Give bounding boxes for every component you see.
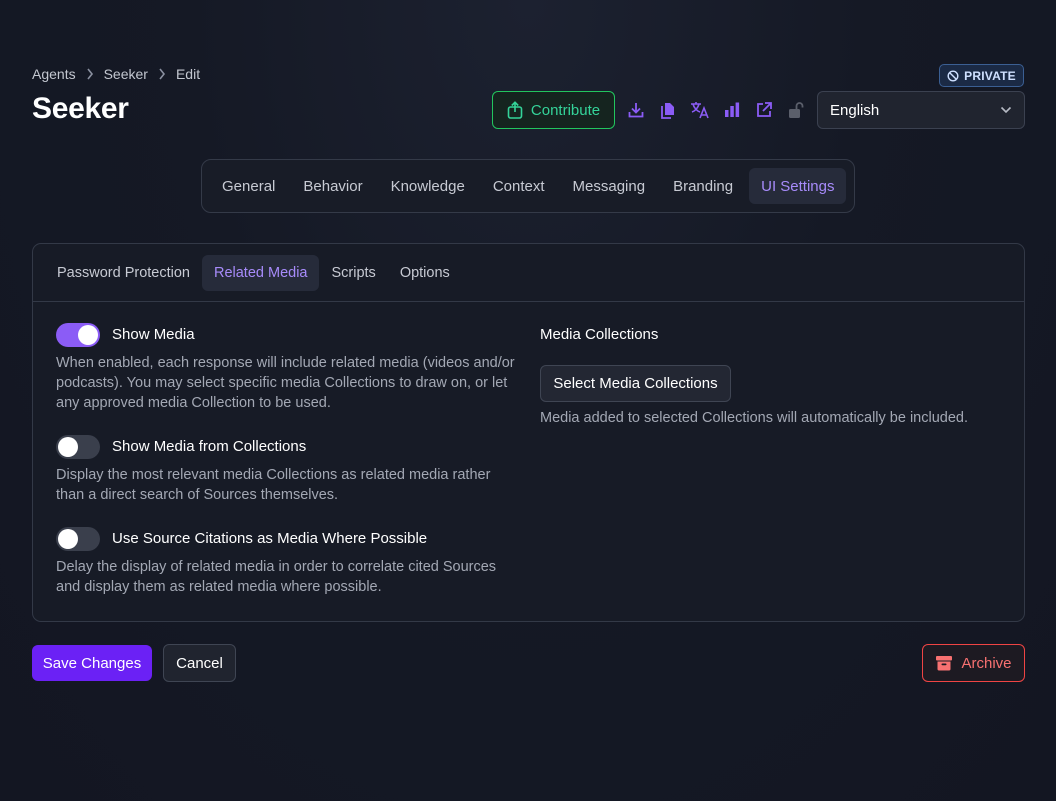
tab-ui-settings[interactable]: UI Settings [749, 168, 847, 204]
tab-general[interactable]: General [210, 168, 287, 204]
show-media-from-collections-description: Display the most relevant media Collecti… [56, 467, 491, 503]
save-changes-button[interactable]: Save Changes [32, 645, 152, 681]
breadcrumb-item-agents[interactable]: Agents [32, 66, 76, 82]
show-media-toggle[interactable] [56, 323, 100, 347]
use-source-citations-toggle[interactable] [56, 527, 100, 551]
breadcrumb: Agents Seeker Edit [32, 64, 200, 84]
page-title: Seeker [32, 92, 129, 125]
show-media-label: Show Media [112, 326, 195, 343]
translate-icon[interactable] [689, 99, 711, 121]
download-icon[interactable] [625, 99, 647, 121]
tab-messaging[interactable]: Messaging [561, 168, 658, 204]
tab-behavior[interactable]: Behavior [291, 168, 374, 204]
show-media-from-collections-label: Show Media from Collections [112, 438, 307, 455]
sub-tabs: Password Protection Related Media Script… [33, 244, 1024, 302]
tab-knowledge[interactable]: Knowledge [379, 168, 477, 204]
settings-card: Password Protection Related Media Script… [32, 243, 1025, 622]
chevron-right-icon [158, 68, 166, 80]
share-upload-icon [507, 101, 523, 119]
breadcrumb-item-edit: Edit [175, 66, 201, 82]
chevron-down-icon [1000, 106, 1012, 114]
language-select[interactable]: English [817, 91, 1025, 129]
cancel-button[interactable]: Cancel [163, 644, 236, 682]
use-source-citations-label: Use Source Citations as Media Where Poss… [112, 530, 428, 547]
prohibited-icon [947, 69, 959, 82]
contribute-label: Contribute [530, 101, 601, 119]
select-media-collections-button[interactable]: Select Media Collections [540, 365, 731, 402]
breadcrumb-item-seeker[interactable]: Seeker [104, 66, 148, 82]
show-media-from-collections-toggle[interactable] [56, 435, 100, 459]
media-collections-title: Media Collections [540, 326, 659, 343]
analytics-icon[interactable] [721, 99, 743, 121]
language-value: English [830, 101, 880, 119]
archive-label: Archive [961, 654, 1012, 672]
subtab-related-media[interactable]: Related Media [201, 254, 320, 291]
private-badge-label: PRIVATE [964, 68, 1016, 83]
archive-button[interactable]: Archive [922, 644, 1025, 682]
subtab-password-protection[interactable]: Password Protection [45, 255, 202, 291]
main-tabs: General Behavior Knowledge Context Messa… [201, 159, 855, 213]
tab-context[interactable]: Context [481, 168, 557, 204]
subtab-options[interactable]: Options [388, 255, 462, 291]
contribute-button[interactable]: Contribute [492, 91, 615, 129]
copy-icon[interactable] [657, 99, 679, 121]
use-source-citations-description: Delay the display of related media in or… [56, 559, 497, 595]
chevron-right-icon [86, 68, 94, 80]
unlock-icon[interactable] [785, 99, 807, 121]
show-media-description: When enabled, each response will include… [56, 355, 515, 411]
private-badge: PRIVATE [939, 64, 1024, 87]
archive-icon [935, 655, 953, 671]
media-collections-help: Media added to selected Collections will… [540, 410, 968, 426]
external-link-icon[interactable] [753, 99, 775, 121]
tab-branding[interactable]: Branding [661, 168, 745, 204]
subtab-scripts[interactable]: Scripts [319, 255, 387, 291]
